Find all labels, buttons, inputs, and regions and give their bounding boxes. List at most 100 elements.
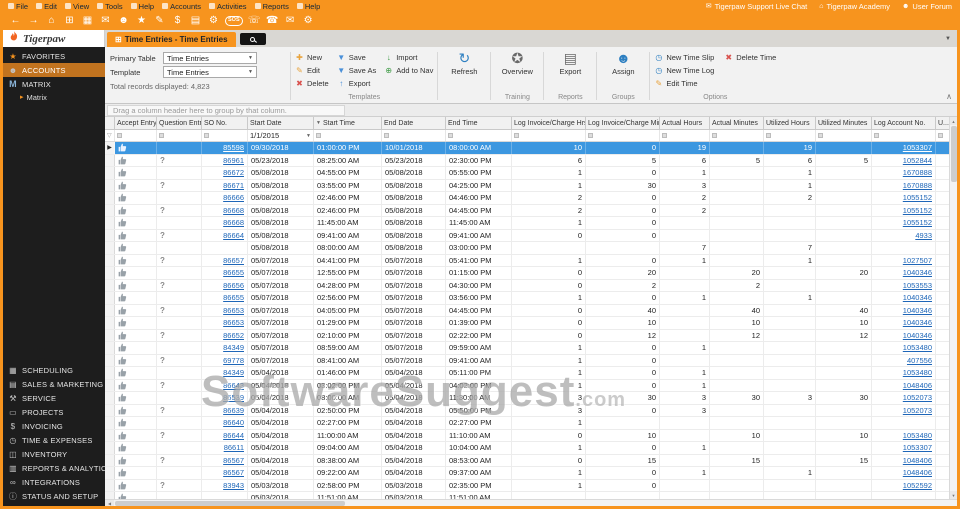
scroll-left-icon[interactable]: ◀: [105, 500, 114, 506]
question-icon[interactable]: ?: [160, 406, 165, 415]
search-button[interactable]: [239, 33, 266, 45]
column-header-log_hrs[interactable]: Log Invoice/Charge Hrs.: [512, 117, 586, 129]
vertical-scrollbar[interactable]: ▲ ▼: [949, 117, 957, 499]
thumbs-up-icon[interactable]: [118, 218, 127, 227]
thumbs-up-icon[interactable]: [118, 418, 127, 427]
table-row[interactable]: ? 86652 05/07/2018 02:10:00 PM 05/07/2018 02:…: [105, 329, 949, 342]
thumbs-up-icon[interactable]: [118, 256, 127, 265]
settings-icon[interactable]: ⚙: [207, 16, 220, 26]
table-row[interactable]: ? 83943 05/03/2018 02:58:00 PM 05/03/2018 02:…: [105, 479, 949, 492]
question-icon[interactable]: ?: [160, 381, 165, 390]
save-button[interactable]: ▼ Save: [337, 52, 377, 63]
account-number-link[interactable]: 1027507: [903, 256, 932, 265]
table-row[interactable]: ? 86657 05/07/2018 04:41:00 PM 05/07/2018 05:…: [105, 254, 949, 267]
home-icon[interactable]: ⌂: [45, 16, 58, 26]
tab-time-entries[interactable]: ⊞ Time Entries - Time Entries: [107, 32, 236, 47]
thumbs-up-icon[interactable]: [118, 306, 127, 315]
group-by-bar[interactable]: Drag a column header here to group by th…: [105, 104, 957, 117]
edit-button[interactable]: ✎ Edit: [295, 65, 329, 76]
so-number-link[interactable]: 86671: [223, 181, 244, 190]
account-number-link[interactable]: 1053480: [903, 368, 932, 377]
thumbs-up-icon[interactable]: [118, 156, 127, 165]
account-number-link[interactable]: 1053480: [903, 431, 932, 440]
table-row[interactable]: 86666 05/08/2018 02:46:00 PM 05/08/2018 04:4…: [105, 192, 949, 205]
filter-cell-so_no[interactable]: [202, 130, 248, 141]
so-number-link[interactable]: 86640: [223, 418, 244, 427]
account-number-link[interactable]: 1053307: [903, 443, 932, 452]
so-number-link[interactable]: 85598: [223, 143, 244, 152]
column-header-log_min[interactable]: Log Invoice/Charge Min.: [586, 117, 660, 129]
account-number-link[interactable]: 1053480: [903, 343, 932, 352]
so-number-link[interactable]: 84349: [223, 343, 244, 352]
table-row[interactable]: 84349 05/04/2018 01:46:00 PM 05/04/2018 05:1…: [105, 367, 949, 380]
overview-button[interactable]: ✪ Overview: [502, 49, 533, 77]
sidebar-item-sales-marketing[interactable]: ▤ SALES & MARKETING: [3, 377, 105, 391]
filter-cell-log_hrs[interactable]: [512, 130, 586, 141]
tab-list-dropdown[interactable]: ▼: [941, 34, 955, 44]
account-number-link[interactable]: 1053307: [903, 143, 932, 152]
column-header-log_account_no[interactable]: Log Account No.: [872, 117, 936, 129]
table-row[interactable]: 86672 05/08/2018 04:55:00 PM 05/08/2018 05:5…: [105, 167, 949, 180]
forward-icon[interactable]: →: [27, 16, 40, 26]
sidebar-item-projects[interactable]: ▭ PROJECTS: [3, 405, 105, 419]
table-row[interactable]: ? 86644 05/04/2018 11:00:00 AM 05/04/2018 11:…: [105, 429, 949, 442]
question-icon[interactable]: ?: [160, 481, 165, 490]
account-number-link[interactable]: 1048406: [903, 456, 932, 465]
account-number-link[interactable]: 407556: [907, 356, 932, 365]
sos-icon[interactable]: SOS: [225, 15, 243, 27]
table-row[interactable]: ? 86961 05/23/2018 08:25:00 AM 05/23/2018 02:…: [105, 154, 949, 167]
menu-file[interactable]: File: [8, 2, 28, 11]
column-header-end_time[interactable]: End Time: [446, 117, 512, 129]
new-button[interactable]: ✚ New: [295, 52, 329, 63]
filter-cell-log_account_no[interactable]: [872, 130, 936, 141]
menu-help[interactable]: Help: [130, 2, 154, 11]
calendar-icon[interactable]: ▦: [81, 16, 94, 26]
thumbs-up-icon[interactable]: [118, 331, 127, 340]
account-number-link[interactable]: 1670888: [903, 181, 932, 190]
so-number-link[interactable]: 86653: [223, 318, 244, 327]
filter-cell-u[interactable]: [936, 130, 949, 141]
link-user-forum[interactable]: ☻ User Forum: [902, 2, 952, 11]
filter-cell-actual_min[interactable]: [710, 130, 764, 141]
account-number-link[interactable]: 1048406: [903, 381, 932, 390]
question-icon[interactable]: ?: [160, 306, 165, 315]
so-number-link[interactable]: 86664: [223, 231, 244, 240]
so-number-link[interactable]: 86567: [223, 456, 244, 465]
menu-reports[interactable]: Reports: [254, 2, 289, 11]
thumbs-up-icon[interactable]: [118, 493, 127, 499]
horizontal-scrollbar[interactable]: ◀: [105, 499, 957, 506]
ribbon-collapse-icon[interactable]: ∧: [946, 93, 952, 101]
question-icon[interactable]: ?: [160, 431, 165, 440]
question-icon[interactable]: ?: [160, 356, 165, 365]
sidebar-item-matrix[interactable]: M MATRIX: [3, 77, 105, 91]
question-icon[interactable]: ?: [160, 231, 165, 240]
table-row[interactable]: ? 86643 05/04/2018 03:02:00 PM 05/04/2018 04:…: [105, 379, 949, 392]
so-number-link[interactable]: 86666: [223, 193, 244, 202]
template-select[interactable]: Time Entries ▼: [163, 66, 257, 78]
account-number-link[interactable]: 1048406: [903, 468, 932, 477]
sidebar-item-service[interactable]: ⚒ SERVICE: [3, 391, 105, 405]
dashboard-icon[interactable]: ⊞: [63, 16, 76, 26]
edit-icon[interactable]: ✎: [153, 16, 166, 26]
table-row[interactable]: ? 86671 05/08/2018 03:55:00 PM 05/08/2018 04:…: [105, 179, 949, 192]
filter-cell-end_time[interactable]: [446, 130, 512, 141]
thumbs-up-icon[interactable]: [118, 243, 127, 252]
account-number-link[interactable]: 1052073: [903, 406, 932, 415]
so-number-link[interactable]: 86668: [223, 218, 244, 227]
scroll-up-icon[interactable]: ▲: [950, 117, 957, 125]
column-header-accept[interactable]: Accept Entry: [115, 117, 157, 129]
thumbs-up-icon[interactable]: [118, 406, 127, 415]
so-number-link[interactable]: 86672: [223, 168, 244, 177]
sidebar-item-accounts[interactable]: ☻ ACCOUNTS: [3, 63, 105, 77]
filter-cell-actual_hrs[interactable]: [660, 130, 710, 141]
vscrollbar-thumb[interactable]: [950, 126, 957, 182]
thumbs-up-icon[interactable]: [118, 143, 127, 152]
table-row[interactable]: ? 86567 05/04/2018 08:38:00 AM 05/04/2018 08:…: [105, 454, 949, 467]
link-tigerpaw-support-live-chat[interactable]: ✉ Tigerpaw Support Live Chat: [706, 2, 808, 11]
table-row[interactable]: ? 86656 05/07/2018 04:28:00 PM 05/07/2018 04:…: [105, 279, 949, 292]
table-row[interactable]: ? 86639 05/04/2018 02:50:00 PM 05/04/2018 05:…: [105, 404, 949, 417]
thumbs-up-icon[interactable]: [118, 193, 127, 202]
question-icon[interactable]: ?: [160, 456, 165, 465]
account-number-link[interactable]: 1040346: [903, 306, 932, 315]
so-number-link[interactable]: 83943: [223, 481, 244, 490]
